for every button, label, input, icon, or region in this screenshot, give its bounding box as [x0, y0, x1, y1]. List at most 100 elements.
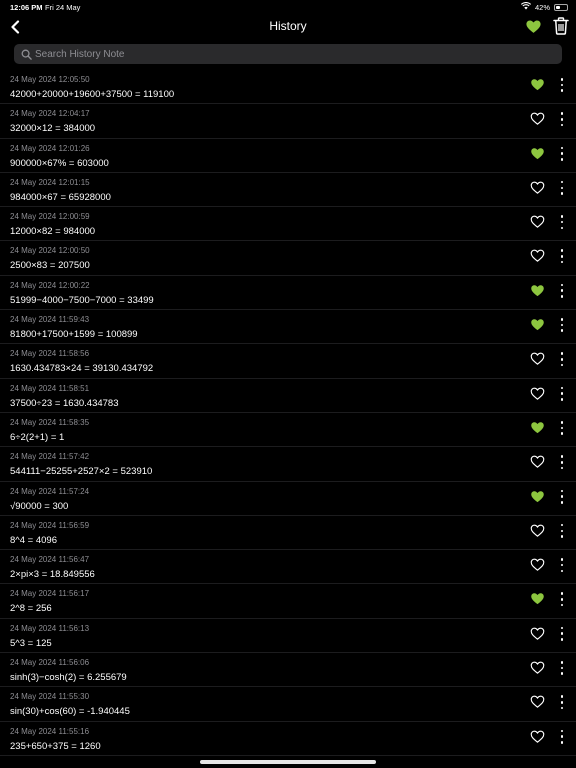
history-row[interactable]: 24 May 2024 12:05:50 42000+20000+19600+37… — [0, 70, 576, 105]
history-expression: 900000×67% = 603000 — [10, 157, 109, 169]
heart-outline-icon — [530, 627, 545, 640]
more-options-button[interactable] — [556, 729, 568, 744]
history-timestamp: 24 May 2024 11:56:47 — [10, 555, 90, 565]
favorite-toggle-button[interactable] — [530, 351, 545, 366]
history-timestamp: 24 May 2024 12:05:50 — [10, 75, 90, 84]
more-icon-dot — [560, 735, 564, 738]
history-row[interactable]: 24 May 2024 11:56:59 8^4 = 4096 — [0, 516, 576, 551]
more-options-button[interactable] — [556, 386, 568, 401]
more-icon-dot — [560, 489, 564, 493]
more-options-button[interactable] — [556, 661, 568, 676]
more-icon-dot — [560, 83, 564, 87]
favorites-filter-button[interactable] — [525, 18, 542, 35]
history-row[interactable]: 24 May 2024 11:56:47 2×pi×3 = 18.849556 — [0, 550, 576, 585]
search-input[interactable] — [35, 48, 562, 60]
favorite-toggle-button[interactable] — [530, 248, 545, 263]
more-options-button[interactable] — [556, 112, 568, 127]
history-row[interactable]: 24 May 2024 11:57:24 √90000 = 300 — [0, 482, 576, 516]
favorite-toggle-button[interactable] — [530, 111, 545, 126]
history-expression: 984000×67 = 65928000 — [10, 191, 111, 203]
favorite-toggle-button[interactable] — [530, 77, 545, 92]
more-icon-dot — [560, 420, 564, 424]
more-options-button[interactable] — [556, 180, 568, 195]
history-row[interactable]: 24 May 2024 11:55:16 235+650+375 = 1260 — [0, 722, 576, 756]
favorite-toggle-button[interactable] — [530, 317, 545, 332]
history-timestamp: 24 May 2024 12:00:59 — [10, 212, 90, 222]
battery-icon — [554, 3, 568, 11]
more-icon-dot — [560, 386, 564, 390]
favorite-toggle-button[interactable] — [530, 283, 545, 298]
more-options-button[interactable] — [556, 318, 568, 333]
favorite-toggle-button[interactable] — [530, 146, 545, 161]
history-expression: 12000×82 = 984000 — [10, 226, 96, 238]
history-row[interactable]: 24 May 2024 11:56:17 2^8 = 256 — [0, 584, 576, 619]
favorite-toggle-button[interactable] — [530, 660, 545, 675]
more-options-button[interactable] — [556, 420, 568, 435]
more-options-button[interactable] — [556, 352, 568, 367]
more-options-button[interactable] — [556, 592, 568, 607]
history-timestamp: 24 May 2024 11:58:56 — [10, 349, 90, 359]
favorite-toggle-button[interactable] — [530, 557, 545, 572]
favorite-toggle-button[interactable] — [530, 489, 545, 504]
history-row[interactable]: 24 May 2024 11:59:43 81800+17500+1599 = 1… — [0, 310, 576, 345]
heart-outline-icon — [530, 250, 545, 263]
more-icon-dot — [560, 495, 564, 498]
home-indicator — [200, 760, 376, 764]
favorite-toggle-button[interactable] — [530, 523, 545, 538]
history-row[interactable]: 24 May 2024 11:58:35 6÷2(2+1) = 1 — [0, 413, 576, 448]
favorite-toggle-button[interactable] — [530, 626, 545, 641]
heart-filled-icon — [531, 79, 544, 91]
more-options-button[interactable] — [556, 695, 568, 710]
more-options-button[interactable] — [556, 626, 568, 641]
history-row[interactable]: 24 May 2024 12:01:26 900000×67% = 603000 — [0, 139, 576, 173]
favorite-toggle-button[interactable] — [530, 180, 545, 195]
favorite-toggle-button[interactable] — [530, 694, 545, 709]
history-row[interactable]: 24 May 2024 12:00:50 2500×83 = 207500 — [0, 241, 576, 276]
more-options-button[interactable] — [556, 523, 568, 538]
more-icon-dot — [560, 529, 564, 533]
history-row[interactable]: 24 May 2024 11:57:42 544111−25255+2527×2 … — [0, 447, 576, 482]
favorite-toggle-button[interactable] — [530, 454, 545, 469]
history-expression: 81800+17500+1599 = 100899 — [10, 329, 138, 341]
more-options-button[interactable] — [556, 283, 568, 298]
history-row[interactable]: 24 May 2024 12:04:17 32000×12 = 384000 — [0, 104, 576, 139]
more-options-button[interactable] — [556, 78, 568, 92]
history-timestamp: 24 May 2024 11:56:17 — [10, 589, 90, 599]
favorite-toggle-button[interactable] — [530, 729, 545, 744]
more-icon-dot — [560, 398, 564, 401]
more-options-button[interactable] — [556, 558, 568, 573]
history-row[interactable]: 24 May 2024 12:00:59 12000×82 = 984000 — [0, 207, 576, 242]
page-title: History — [269, 19, 307, 33]
favorite-toggle-button[interactable] — [530, 386, 545, 401]
favorite-toggle-button[interactable] — [530, 420, 545, 435]
history-row[interactable]: 24 May 2024 11:58:56 1630.434783×24 = 391… — [0, 344, 576, 379]
more-options-button[interactable] — [556, 455, 568, 470]
history-row[interactable]: 24 May 2024 11:56:13 5^3 = 125 — [0, 619, 576, 654]
more-options-button[interactable] — [556, 146, 568, 161]
history-row[interactable]: 24 May 2024 11:58:51 37500÷23 = 1630.4347… — [0, 379, 576, 413]
history-expression: sin(30)+cos(60) = -1.940445 — [10, 706, 130, 718]
favorite-toggle-button[interactable] — [530, 214, 545, 229]
history-row[interactable]: 24 May 2024 11:55:30 sin(30)+cos(60) = -1… — [0, 687, 576, 722]
more-options-button[interactable] — [556, 249, 568, 264]
heart-outline-icon — [530, 695, 545, 709]
history-row[interactable]: 24 May 2024 12:00:22 51999−4000−7500−7000… — [0, 276, 576, 311]
history-expression: 42000+20000+19600+37500 = 119100 — [10, 89, 175, 100]
more-options-button[interactable] — [556, 489, 568, 504]
delete-all-button[interactable] — [553, 17, 570, 35]
more-icon-dot — [560, 152, 564, 155]
more-icon-dot — [560, 146, 564, 150]
history-row[interactable]: 24 May 2024 12:01:15 984000×67 = 65928000 — [0, 173, 576, 208]
history-row[interactable]: 24 May 2024 11:56:06 sinh(3)−cosh(2) = 6.… — [0, 653, 576, 688]
more-options-button[interactable] — [556, 215, 568, 230]
heart-outline-icon — [530, 455, 545, 469]
history-expression: 6÷2(2+1) = 1 — [10, 431, 65, 443]
more-icon-dot — [560, 192, 564, 195]
heart-outline-icon — [530, 352, 545, 366]
favorite-toggle-button[interactable] — [530, 591, 545, 606]
search-bar[interactable] — [14, 44, 562, 64]
more-icon-dot — [560, 638, 564, 641]
more-icon-dot — [560, 352, 564, 355]
more-icon-dot — [560, 432, 564, 435]
more-icon-dot — [560, 112, 564, 115]
